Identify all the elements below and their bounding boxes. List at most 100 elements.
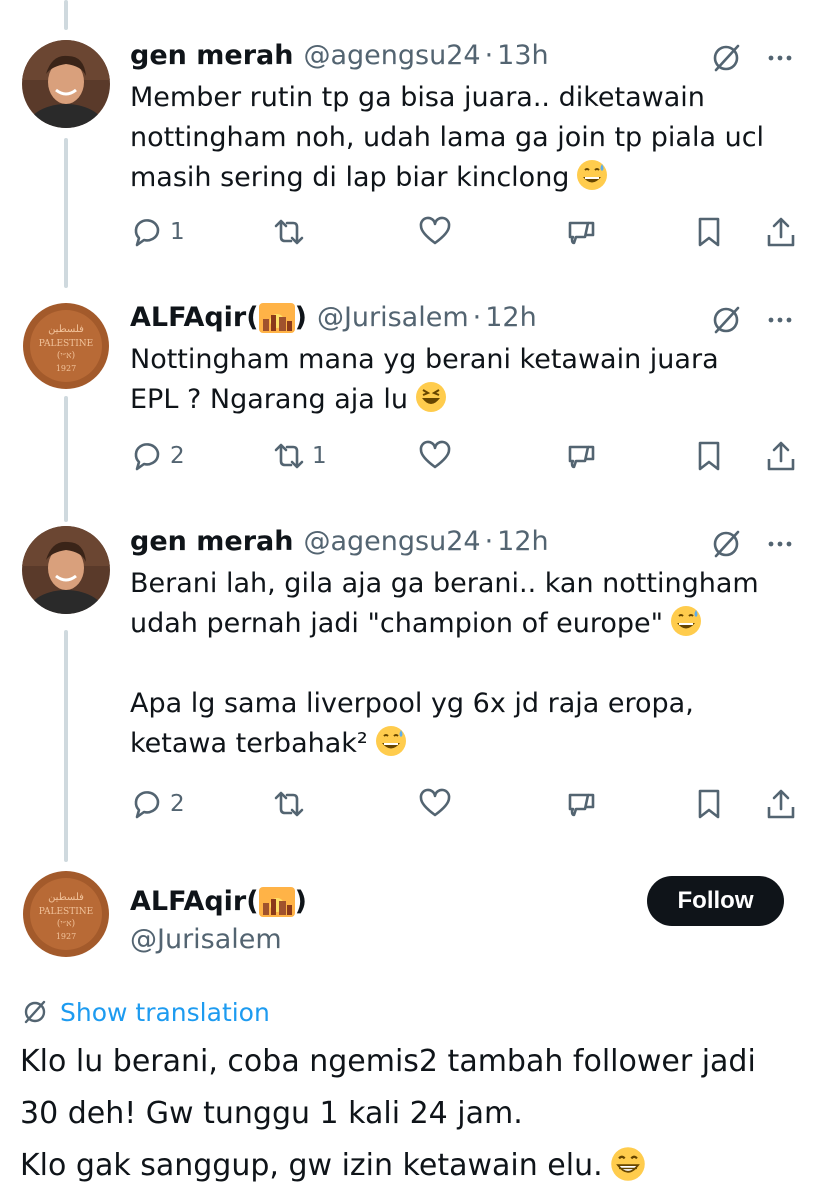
grok-icon [24, 1000, 46, 1024]
tweet-header: gen merah @agengsu24 · 12h [130, 522, 549, 562]
reply-count: 1 [170, 219, 185, 245]
separator-dot: · [472, 302, 482, 333]
user-handle[interactable]: @agengsu24 [303, 522, 480, 562]
display-name[interactable]: gen merah [130, 522, 293, 562]
tweet-line: EPL ? Ngarang aja lu [130, 380, 800, 420]
tweet-line: Klo gak sanggup, gw izin ketawain elu. [20, 1140, 810, 1192]
retweet-icon [274, 219, 304, 245]
beaming-face-emoji [610, 1147, 645, 1181]
reply-count: 2 [170, 443, 185, 469]
conversation-thread: gen merah @agengsu24 · 13h Member rutin … [0, 0, 819, 1199]
separator-dot: · [484, 526, 494, 557]
tweet-header: ALFAqir() @Jurisalem · 12h [130, 298, 537, 338]
bookmark-button[interactable] [692, 436, 726, 476]
tweet-line: udah pernah jadi "champion of europe" [130, 604, 800, 644]
tweet-line: Apa lg sama liverpool yg 6x jd raja erop… [130, 688, 694, 719]
retweet-button[interactable]: 1 [272, 436, 327, 476]
user-handle[interactable]: @agengsu24 [303, 36, 480, 76]
svg-text:1927: 1927 [56, 932, 76, 941]
timestamp[interactable]: 13h [497, 36, 548, 76]
more-icon[interactable] [762, 40, 798, 76]
grok-icon[interactable] [708, 302, 744, 338]
tweet[interactable]: gen merah @agengsu24 · 13h Member rutin … [0, 36, 819, 266]
bookmark-button[interactable] [692, 784, 726, 824]
reply-button[interactable]: 2 [130, 784, 185, 824]
share-icon [767, 441, 795, 471]
sunset-city-emoji [258, 887, 295, 917]
share-icon [767, 217, 795, 247]
tweet-text: Nottingham mana yg berani ketawain juara… [130, 340, 800, 420]
bookmark-button[interactable] [692, 212, 726, 252]
tweet-line: Klo lu berani, coba ngemis2 tambah follo… [20, 1044, 756, 1079]
grok-analyze-button[interactable] [564, 212, 598, 252]
reply-icon [134, 219, 160, 247]
share-button[interactable] [764, 784, 798, 824]
retweet-icon [274, 443, 304, 469]
display-name[interactable]: gen merah [130, 36, 293, 76]
coin-avatar: فلسطين PALESTINE (א״י) 1927 [22, 870, 110, 958]
avatar-photo [22, 526, 110, 614]
retweet-button[interactable] [272, 784, 312, 824]
display-name[interactable]: ALFAqir() [130, 882, 307, 922]
avatar[interactable]: فلسطين PALESTINE (א״י) 1927 [22, 302, 110, 390]
tweet-line: 30 deh! Gw tunggu 1 kali 24 jam. [20, 1096, 523, 1131]
svg-text:1927: 1927 [56, 364, 76, 373]
bookmark-icon [698, 789, 720, 819]
reply-button[interactable]: 2 [130, 436, 185, 476]
follow-button[interactable]: Follow [647, 876, 784, 926]
grok-chat-icon [568, 221, 595, 245]
reply-button[interactable]: 1 [130, 212, 185, 252]
svg-text:فلسطين: فلسطين [48, 324, 84, 335]
reply-icon [134, 443, 160, 471]
avatar[interactable] [22, 526, 110, 614]
user-handle[interactable]: @Jurisalem [317, 298, 469, 338]
tweet[interactable]: gen merah @agengsu24 · 12h Berani lah, g… [0, 522, 819, 832]
sunset-city-emoji [258, 303, 295, 333]
heart-icon [419, 440, 451, 469]
tweet-line: Berani lah, gila aja ga berani.. kan not… [130, 568, 759, 599]
share-button[interactable] [764, 436, 798, 476]
retweet-icon [274, 791, 304, 817]
thread-connector [64, 0, 68, 30]
svg-text:(א״י): (א״י) [57, 918, 75, 929]
grok-analyze-button[interactable] [564, 784, 598, 824]
more-icon[interactable] [762, 302, 798, 338]
avatar[interactable] [22, 40, 110, 128]
like-button[interactable] [418, 784, 452, 824]
heart-icon [419, 788, 451, 817]
tweet-header: gen merah @agengsu24 · 13h [130, 36, 549, 76]
bookmark-icon [698, 217, 720, 247]
reply-icon [134, 791, 160, 819]
grok-icon[interactable] [708, 40, 744, 76]
svg-text:PALESTINE: PALESTINE [39, 907, 93, 917]
tweet[interactable]: فلسطين PALESTINE (א״י) 1927 ALFAqir() @J… [0, 298, 819, 498]
more-icon[interactable] [762, 526, 798, 562]
show-translation-label: Show translation [60, 997, 270, 1027]
svg-text:PALESTINE: PALESTINE [39, 339, 93, 349]
tweet-line: nottingham noh, udah lama ga join tp pia… [130, 122, 765, 153]
user-handle[interactable]: @Jurisalem [130, 920, 282, 960]
tweet-line: masih sering di lap biar kinclong [130, 158, 800, 198]
tweet-text: Member rutin tp ga bisa juara.. diketawa… [130, 78, 800, 198]
grok-icon[interactable] [708, 526, 744, 562]
like-button[interactable] [418, 212, 452, 252]
svg-text:(א״י): (א״י) [57, 350, 75, 361]
show-translation-link[interactable]: Show translation [20, 992, 270, 1032]
timestamp[interactable]: 12h [497, 522, 548, 562]
main-tweet-text: Klo lu berani, coba ngemis2 tambah follo… [20, 1036, 810, 1192]
like-button[interactable] [418, 436, 452, 476]
share-button[interactable] [764, 212, 798, 252]
separator-dot: · [484, 40, 494, 71]
svg-text:فلسطين: فلسطين [48, 892, 84, 903]
heart-icon [419, 216, 451, 245]
grok-chat-icon [568, 793, 595, 817]
grinning-sweat-emoji [375, 726, 406, 756]
display-name[interactable]: ALFAqir() [130, 298, 307, 338]
timestamp[interactable]: 12h [485, 298, 536, 338]
laughing-squint-emoji [416, 382, 447, 412]
retweet-button[interactable] [272, 212, 312, 252]
grok-analyze-button[interactable] [564, 436, 598, 476]
grinning-sweat-emoji [671, 606, 702, 636]
avatar[interactable]: فلسطين PALESTINE (א״י) 1927 [22, 870, 110, 958]
